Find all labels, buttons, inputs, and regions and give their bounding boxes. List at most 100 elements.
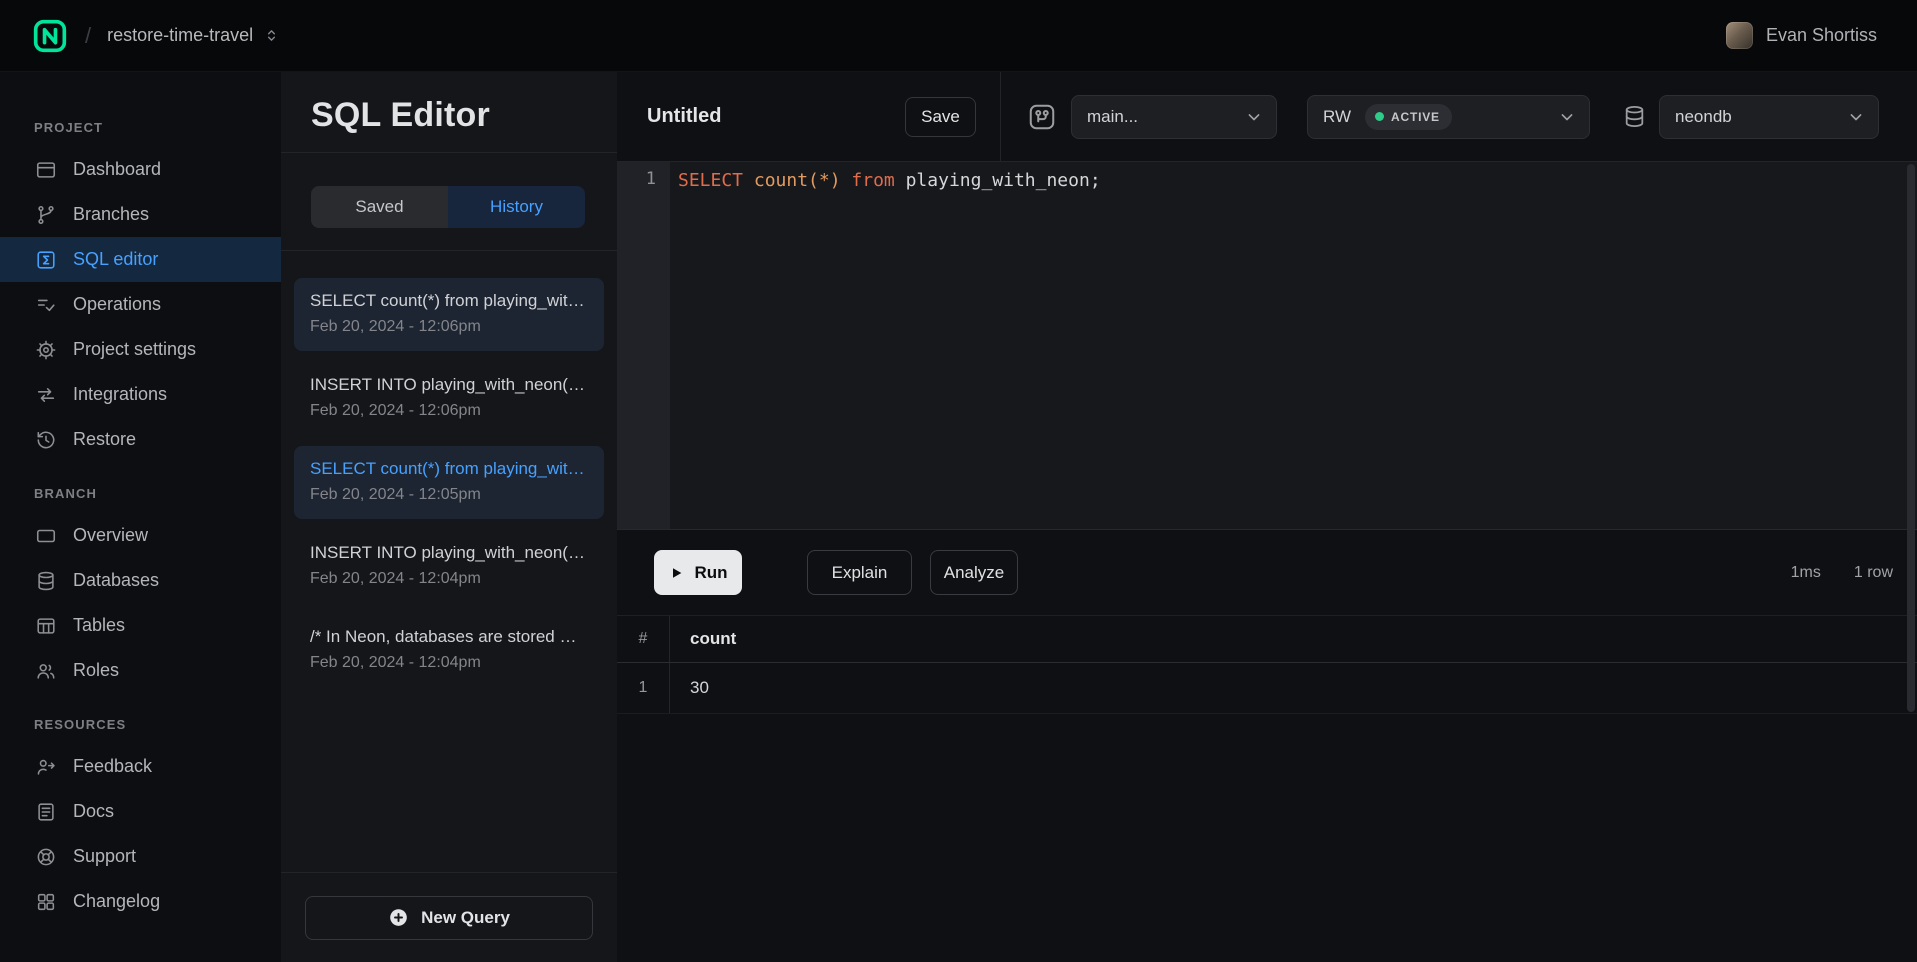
sidebar-item-label: Integrations [73, 384, 167, 405]
branch-select-value: main... [1087, 107, 1138, 127]
history-item[interactable]: /* In Neon, databases are stored … Feb 2… [294, 614, 604, 687]
chevron-down-icon [1557, 107, 1577, 127]
editor-main: Untitled Save main... RW ACTIVE [617, 72, 1917, 962]
branches-icon [34, 203, 58, 227]
history-item-selected[interactable]: SELECT count(*) from playing_wit… Feb 20… [294, 446, 604, 519]
sidebar-section-branch: BRANCH Overview Databases Tables [0, 486, 281, 693]
sidebar-item-label: Dashboard [73, 159, 161, 180]
history-date: Feb 20, 2024 - 12:06pm [310, 318, 588, 336]
sidebar-item-tables[interactable]: Tables [0, 603, 281, 648]
history-date: Feb 20, 2024 - 12:06pm [310, 402, 588, 420]
sidebar-item-sql-editor[interactable]: SQL editor [0, 237, 281, 282]
tab-history[interactable]: History [448, 186, 585, 228]
editor-header: Untitled Save main... RW ACTIVE [617, 72, 1917, 162]
operations-icon [34, 293, 58, 317]
sidebar-item-label: Overview [73, 525, 148, 546]
project-selector[interactable]: restore-time-travel [107, 25, 280, 46]
sidebar-item-dashboard[interactable]: Dashboard [0, 147, 281, 192]
compute-select[interactable]: RW ACTIVE [1307, 95, 1590, 139]
sql-identifier: playing_with_neon; [906, 170, 1101, 191]
header-divider [1000, 72, 1001, 162]
sidebar-section-resources: RESOURCES Feedback Docs Support [0, 717, 281, 924]
analyze-button[interactable]: Analyze [930, 550, 1018, 595]
results-table: # count 1 30 [617, 616, 1917, 714]
sidebar-item-overview[interactable]: Overview [0, 513, 281, 558]
restore-icon [34, 428, 58, 452]
history-query: /* In Neon, databases are stored … [310, 627, 588, 647]
sidebar-item-changelog[interactable]: Changelog [0, 879, 281, 924]
line-number: 1 [646, 169, 656, 189]
section-label: RESOURCES [0, 717, 281, 732]
sidebar-item-project-settings[interactable]: Project settings [0, 327, 281, 372]
sidebar-item-restore[interactable]: Restore [0, 417, 281, 462]
sidebar-item-integrations[interactable]: Integrations [0, 372, 281, 417]
sidebar-item-branches[interactable]: Branches [0, 192, 281, 237]
save-button[interactable]: Save [905, 97, 976, 137]
tab-saved[interactable]: Saved [311, 186, 448, 228]
sidebar-item-docs[interactable]: Docs [0, 789, 281, 834]
sidebar-item-roles[interactable]: Roles [0, 648, 281, 693]
table-row[interactable]: 1 30 [617, 663, 1917, 714]
history-query: INSERT INTO playing_with_neon(… [310, 543, 588, 563]
history-item[interactable]: INSERT INTO playing_with_neon(… Feb 20, … [294, 362, 604, 435]
sql-keyword: from [851, 170, 905, 191]
sidebar-item-operations[interactable]: Operations [0, 282, 281, 327]
code-editor[interactable]: 1 SELECT count(*) from playing_with_neon… [617, 162, 1917, 530]
editor-scrollbar[interactable] [1907, 164, 1915, 712]
section-label: BRANCH [0, 486, 281, 501]
sidebar-item-label: Changelog [73, 891, 160, 912]
database-select[interactable]: neondb [1659, 95, 1879, 139]
sidebar-item-label: Roles [73, 660, 119, 681]
overview-icon [34, 524, 58, 548]
sql-keyword: SELECT [678, 170, 754, 191]
topbar: / restore-time-travel Evan Shortiss [0, 0, 1917, 72]
sidebar-item-label: Docs [73, 801, 114, 822]
sidebar-item-label: Databases [73, 570, 159, 591]
chevron-down-icon [1846, 107, 1866, 127]
settings-gear-icon [34, 338, 58, 362]
sidebar-item-feedback[interactable]: Feedback [0, 744, 281, 789]
run-button[interactable]: Run [654, 550, 742, 595]
branch-select[interactable]: main... [1071, 95, 1277, 139]
new-query-button[interactable]: New Query [305, 896, 593, 940]
sidebar-item-support[interactable]: Support [0, 834, 281, 879]
history-date: Feb 20, 2024 - 12:04pm [310, 570, 588, 588]
section-label: PROJECT [0, 120, 281, 135]
docs-icon [34, 800, 58, 824]
user-avatar[interactable] [1726, 22, 1753, 49]
new-query-label: New Query [421, 908, 510, 928]
code-line: SELECT count(*) from playing_with_neon; [670, 162, 1101, 529]
result-row-count: 1 row [1854, 564, 1893, 582]
history-item[interactable]: SELECT count(*) from playing_wit… Feb 20… [294, 278, 604, 351]
count-value-cell: 30 [670, 678, 709, 698]
sql-editor-panel: SQL Editor Saved History SELECT count(*)… [281, 72, 617, 962]
results-count-column-header: count [670, 629, 736, 649]
history-query: SELECT count(*) from playing_wit… [310, 291, 588, 311]
sidebar: PROJECT Dashboard Branches SQL editor [0, 72, 281, 962]
sidebar-item-label: Operations [73, 294, 161, 315]
explain-button[interactable]: Explain [807, 550, 912, 595]
chevron-down-icon [1244, 107, 1264, 127]
breadcrumb-separator: / [85, 23, 91, 49]
page-title: SQL Editor [311, 96, 587, 135]
sidebar-item-label: Support [73, 846, 136, 867]
databases-icon [34, 569, 58, 593]
integrations-icon [34, 383, 58, 407]
tables-icon [34, 614, 58, 638]
results-index-column-header: # [617, 616, 670, 662]
saved-history-tabs: Saved History [311, 186, 585, 228]
query-toolbar: Run Explain Analyze 1ms 1 row [617, 530, 1917, 616]
history-item[interactable]: INSERT INTO playing_with_neon(… Feb 20, … [294, 530, 604, 603]
history-list: SELECT count(*) from playing_wit… Feb 20… [281, 251, 617, 872]
results-header-row: # count [617, 616, 1917, 663]
sidebar-item-label: Feedback [73, 756, 152, 777]
plus-circle-icon [388, 907, 409, 928]
database-select-value: neondb [1675, 107, 1732, 127]
line-number-gutter: 1 [617, 162, 670, 529]
history-query: INSERT INTO playing_with_neon(… [310, 375, 588, 395]
compute-select-value: RW [1323, 107, 1351, 127]
query-panel-footer: New Query [281, 872, 617, 962]
sidebar-item-databases[interactable]: Databases [0, 558, 281, 603]
neon-logo[interactable] [33, 19, 67, 53]
status-dot [1375, 112, 1384, 121]
